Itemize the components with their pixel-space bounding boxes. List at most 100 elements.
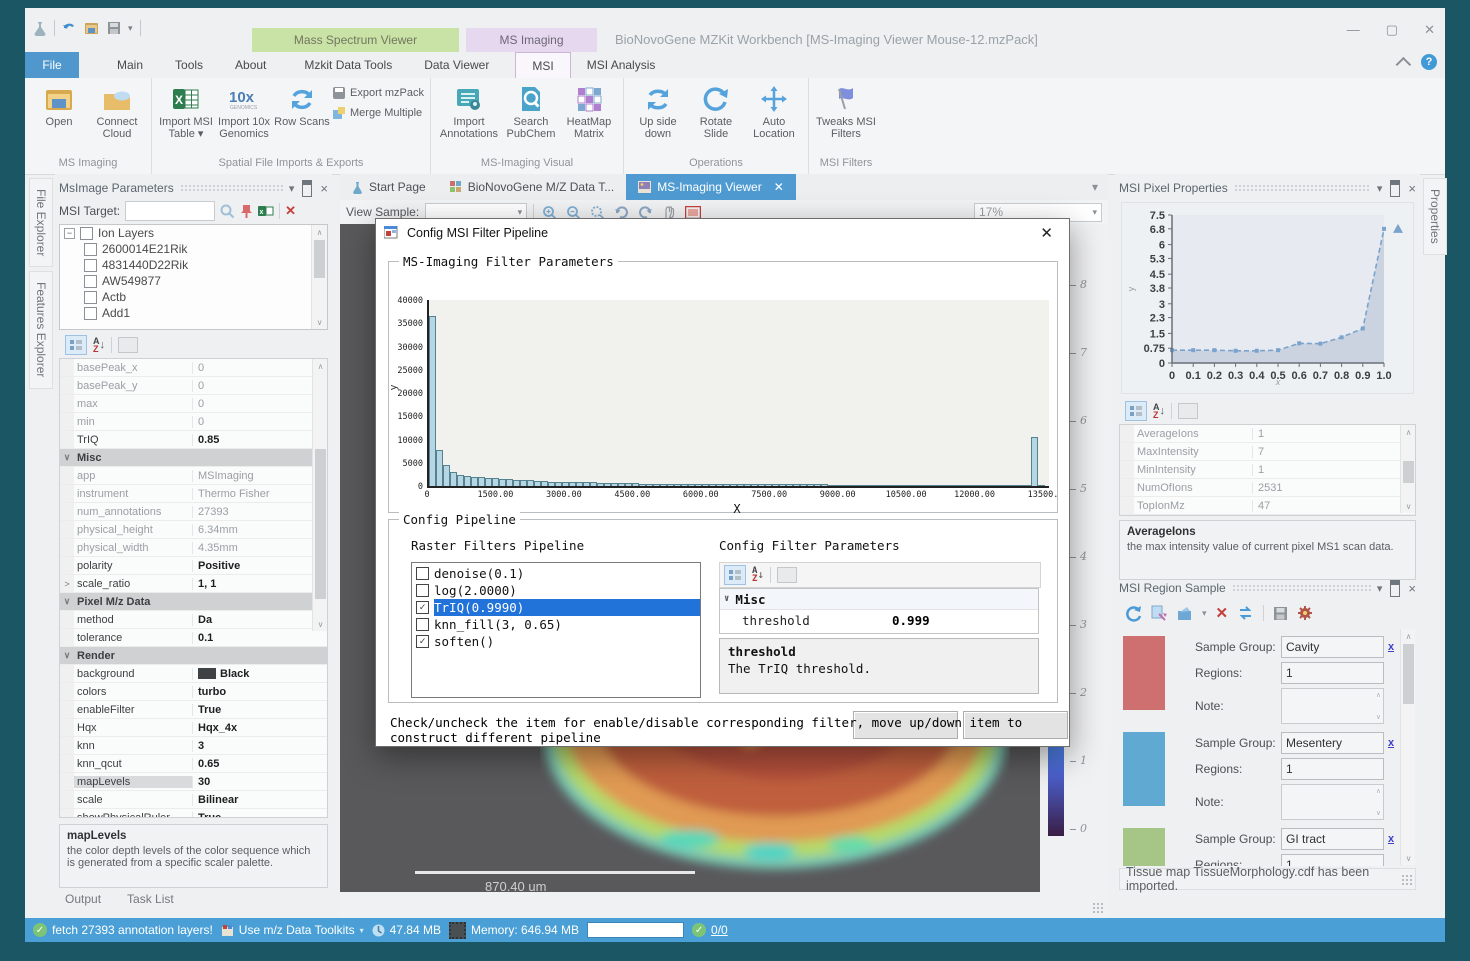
property-value[interactable]: Positive: [192, 560, 327, 572]
panel-close-icon[interactable]: ×: [1408, 181, 1416, 196]
ion-layer-row[interactable]: Actb: [60, 289, 327, 305]
property-row[interactable]: enableFilterTrue: [60, 701, 327, 719]
property-category-row[interactable]: ∨Misc: [60, 449, 327, 467]
property-value[interactable]: 2531: [1252, 482, 1415, 494]
property-row[interactable]: TrIQ0.85: [60, 431, 327, 449]
panel-menu-icon[interactable]: ▾: [1377, 582, 1383, 595]
property-row[interactable]: basePeak_x0: [60, 359, 327, 377]
upside-down-button[interactable]: Up side down: [630, 82, 686, 140]
ion-layer-row[interactable]: 4831440D22Rik: [60, 257, 327, 273]
scroll-up-icon[interactable]: ∧: [312, 225, 327, 239]
save-icon[interactable]: [107, 21, 121, 35]
ion-layer-row[interactable]: 2600014E21Rik: [60, 241, 327, 257]
open-button[interactable]: Open: [31, 82, 87, 128]
scrollbar-thumb[interactable]: [315, 449, 326, 599]
undo-icon[interactable]: [62, 21, 77, 35]
tab-msi-analysis[interactable]: MSI Analysis: [571, 52, 672, 78]
close-button[interactable]: ✕: [1424, 22, 1435, 38]
tab-tools[interactable]: Tools: [159, 52, 219, 78]
tab-main[interactable]: Main: [101, 52, 159, 78]
pin-icon[interactable]: [302, 180, 312, 197]
ion-checkbox[interactable]: [84, 259, 97, 272]
sort-az-icon[interactable]: AZ↓: [1153, 403, 1165, 419]
search-icon[interactable]: [220, 204, 235, 219]
ion-layer-row[interactable]: Add1: [60, 305, 327, 321]
sidebar-tab-features-explorer[interactable]: Features Explorer: [29, 271, 53, 388]
tab-output[interactable]: Output: [65, 892, 101, 906]
sidebar-tab-file-explorer[interactable]: File Explorer: [29, 178, 53, 267]
property-value[interactable]: Black: [192, 668, 327, 680]
pipeline-item[interactable]: ✓TrIQ(0.9990): [412, 599, 700, 616]
ion-layers-checkbox[interactable]: [80, 227, 93, 240]
property-row[interactable]: physical_width4.35mm: [60, 539, 327, 557]
regions-input[interactable]: 1: [1281, 662, 1384, 684]
panel-menu-icon[interactable]: ▾: [289, 182, 295, 195]
property-row[interactable]: knn_qcut0.65: [60, 755, 327, 773]
sample-group-input[interactable]: Mesentery: [1281, 732, 1384, 754]
property-value[interactable]: 0: [192, 380, 327, 392]
maximize-button[interactable]: ▢: [1386, 22, 1398, 38]
sample-group-input[interactable]: GI tract: [1281, 828, 1384, 850]
property-row[interactable]: mapLevels30: [60, 773, 327, 791]
pipeline-item[interactable]: log(2.0000): [412, 582, 700, 599]
tab-list-dropdown-icon[interactable]: ▾: [1082, 174, 1108, 200]
categorize-icon[interactable]: [724, 565, 746, 585]
delete-group-link[interactable]: x: [1384, 641, 1398, 653]
ion-checkbox[interactable]: [84, 243, 97, 256]
property-value[interactable]: 1: [1252, 428, 1415, 440]
property-value[interactable]: True: [192, 812, 327, 819]
import-annotations-button[interactable]: Import Annotations: [437, 82, 501, 140]
scroll-down-icon[interactable]: ∨: [313, 617, 328, 631]
property-row[interactable]: scaleBilinear: [60, 791, 327, 809]
property-value[interactable]: 0.85: [192, 434, 327, 446]
note-input[interactable]: ∧∨: [1281, 688, 1384, 724]
doc-tab-start-page[interactable]: Start Page: [340, 174, 438, 200]
property-pages-icon[interactable]: [777, 567, 797, 583]
tab-about[interactable]: About: [219, 52, 282, 78]
panel-close-icon[interactable]: ×: [1408, 581, 1416, 596]
property-value[interactable]: 0: [192, 398, 327, 410]
scroll-up-icon[interactable]: ∧: [313, 359, 328, 373]
pin-icon[interactable]: [1390, 180, 1400, 197]
sort-az-icon[interactable]: AZ↓: [93, 337, 105, 353]
property-row[interactable]: tolerance0.1: [60, 629, 327, 647]
msi-target-input[interactable]: [125, 201, 215, 221]
property-row[interactable]: >scale_ratio1, 1: [60, 575, 327, 593]
property-row[interactable]: instrumentThermo Fisher: [60, 485, 327, 503]
property-row[interactable]: basePeak_y0: [60, 377, 327, 395]
pipeline-checkbox[interactable]: [416, 567, 429, 580]
pipeline-item[interactable]: knn_fill(3, 0.65): [412, 616, 700, 633]
tab-msi[interactable]: MSI: [515, 52, 570, 78]
rotate-slide-button[interactable]: Rotate Slide: [688, 82, 744, 140]
property-value[interactable]: Da: [192, 614, 327, 626]
resize-grip[interactable]: [1092, 902, 1104, 914]
tab-file[interactable]: File: [25, 52, 79, 78]
pipeline-checkbox[interactable]: [416, 584, 429, 597]
property-value[interactable]: 30: [192, 776, 327, 788]
sidebar-tab-properties[interactable]: Properties: [1423, 178, 1447, 255]
scroll-down-icon[interactable]: ∨: [1401, 851, 1416, 865]
refresh-icon[interactable]: [1125, 605, 1142, 622]
tree-collapse-icon[interactable]: −: [64, 228, 75, 239]
property-row[interactable]: knn3: [60, 737, 327, 755]
property-row[interactable]: methodDa: [60, 611, 327, 629]
sample-group-input[interactable]: Cavity: [1281, 636, 1384, 658]
pipeline-item[interactable]: ✓soften(): [412, 633, 700, 650]
pipeline-checkbox[interactable]: ✓: [416, 601, 429, 614]
threshold-row[interactable]: threshold 0.999: [720, 610, 1038, 630]
property-row[interactable]: showPhysicalRulerTrue: [60, 809, 327, 818]
property-value[interactable]: 1, 1: [192, 578, 327, 590]
property-row[interactable]: NumOfIons2531: [1120, 479, 1415, 497]
connect-cloud-button[interactable]: Connect Cloud: [89, 82, 145, 140]
help-icon[interactable]: ?: [1421, 54, 1437, 70]
pin-icon[interactable]: [1390, 580, 1400, 597]
pipeline-item[interactable]: denoise(0.1): [412, 565, 700, 582]
tree-scrollbar[interactable]: ∧ ∨: [311, 225, 327, 329]
property-row[interactable]: colorsturbo: [60, 683, 327, 701]
save-icon[interactable]: [1273, 606, 1288, 621]
qat-dropdown-icon[interactable]: ▾: [128, 23, 133, 34]
property-value[interactable]: MSImaging: [192, 470, 327, 482]
panel-close-icon[interactable]: ×: [320, 181, 328, 196]
scrollbar-thumb[interactable]: [314, 240, 325, 278]
import-10x-genomics-button[interactable]: 10xGENOMICS Import 10x Genomics: [216, 82, 272, 140]
